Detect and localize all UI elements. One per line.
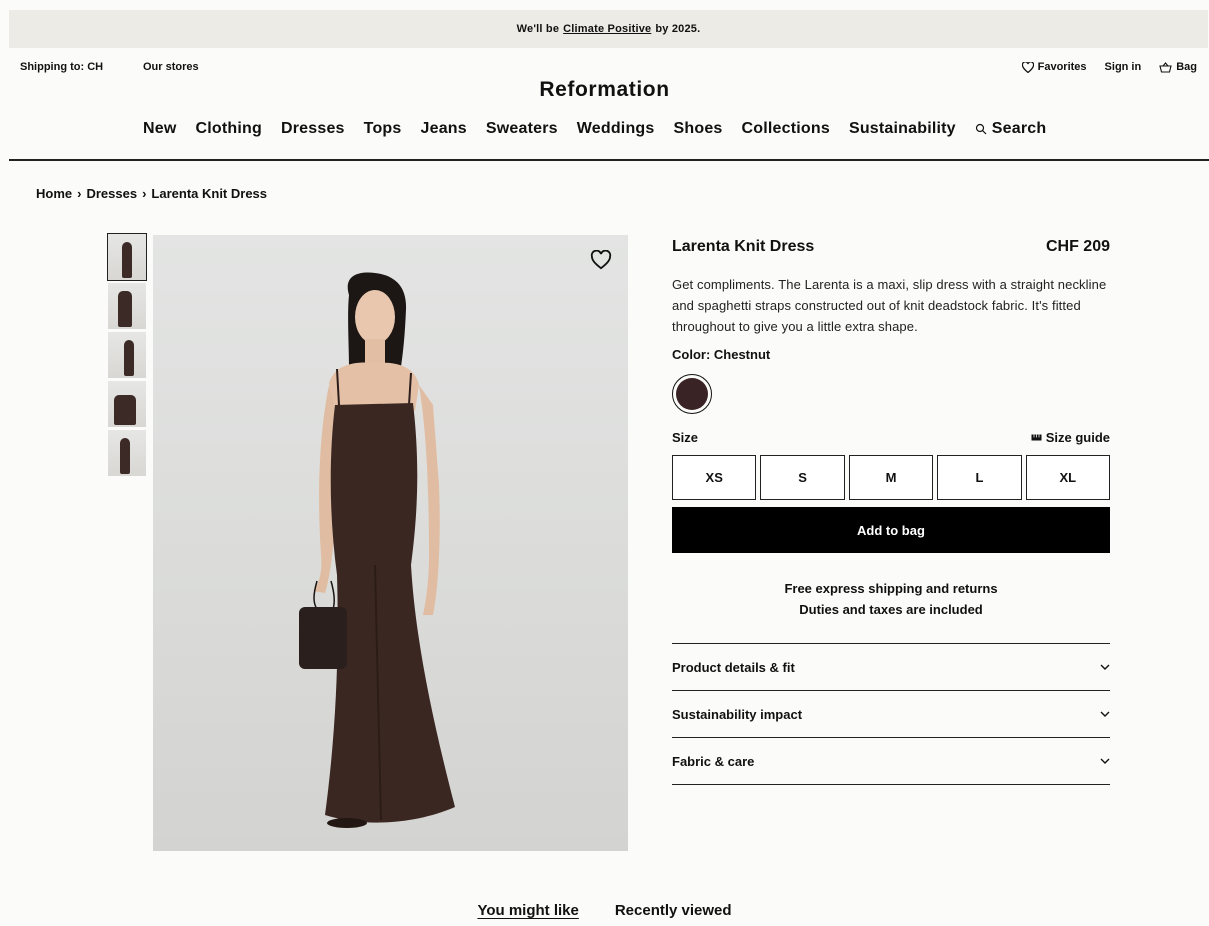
chevron-down-icon <box>1100 711 1110 717</box>
product-title: Larenta Knit Dress <box>672 238 815 255</box>
thumbnail[interactable] <box>108 381 146 427</box>
size-header: Size Size guide <box>672 430 1110 445</box>
size-option-l[interactable]: L <box>937 455 1022 500</box>
main-nav: New Clothing Dresses Tops Jeans Sweaters… <box>143 120 1046 138</box>
search-button[interactable]: Search <box>975 120 1047 138</box>
duties-line: Duties and taxes are included <box>799 602 983 617</box>
thumbnail[interactable] <box>108 283 146 329</box>
tab-you-might-like[interactable]: You might like <box>477 902 578 919</box>
nav-item-sweaters[interactable]: Sweaters <box>486 120 558 138</box>
account-links: Favorites Sign in Bag <box>1021 61 1197 73</box>
chevron-down-icon <box>1100 758 1110 764</box>
size-guide-label: Size guide <box>1045 430 1110 445</box>
shipping-info: Free express shipping and returns Duties… <box>672 578 1110 620</box>
header-divider <box>9 159 1209 161</box>
size-selector: XS S M L XL <box>672 455 1111 500</box>
favorites-link[interactable]: Favorites <box>1021 61 1087 73</box>
nav-item-clothing[interactable]: Clothing <box>196 120 262 138</box>
our-stores-link[interactable]: Our stores <box>143 61 199 73</box>
ruler-icon <box>1031 434 1042 441</box>
size-guide-link[interactable]: Size guide <box>1031 430 1110 445</box>
thumbnail[interactable] <box>108 332 146 378</box>
breadcrumb-current: Larenta Knit Dress <box>151 186 268 201</box>
accordion-label: Product details & fit <box>672 659 795 675</box>
nav-item-shoes[interactable]: Shoes <box>674 120 723 138</box>
breadcrumb-home[interactable]: Home <box>36 186 72 201</box>
bag-link[interactable]: Bag <box>1159 61 1197 73</box>
breadcrumb: Home › Dresses › Larenta Knit Dress <box>36 186 267 201</box>
product-header: Larenta Knit Dress CHF 209 <box>672 238 1110 256</box>
size-option-m[interactable]: M <box>848 455 934 500</box>
chevron-right-icon: › <box>142 186 147 201</box>
add-to-bag-button[interactable]: Add to bag <box>672 507 1110 553</box>
thumbnail-strip <box>107 233 147 479</box>
nav-item-sustainability[interactable]: Sustainability <box>849 120 956 138</box>
chevron-right-icon: › <box>77 186 82 201</box>
favorites-label: Favorites <box>1037 61 1087 73</box>
color-label: Color: Chestnut <box>672 347 771 362</box>
product-info: Larenta Knit Dress CHF 209 Get complimen… <box>672 238 1111 785</box>
accordion-label: Sustainability impact <box>672 706 803 722</box>
nav-item-tops[interactable]: Tops <box>364 120 402 138</box>
nav-item-weddings[interactable]: Weddings <box>577 120 655 138</box>
climate-positive-link[interactable]: Climate Positive <box>563 23 651 35</box>
banner-suffix: by 2025. <box>655 23 701 35</box>
model-photo <box>299 272 455 828</box>
size-option-s[interactable]: S <box>760 455 845 500</box>
brand-logo[interactable]: Reformation <box>0 78 1209 102</box>
heart-icon <box>590 249 612 270</box>
bag-icon <box>1159 61 1172 73</box>
nav-item-jeans[interactable]: Jeans <box>421 120 467 138</box>
thumbnail[interactable] <box>108 430 146 476</box>
search-icon <box>975 123 987 135</box>
add-to-favorites-button[interactable] <box>590 249 612 270</box>
heart-icon <box>1021 61 1034 73</box>
shipping-country-link[interactable]: Shipping to: CH <box>20 61 103 73</box>
accordion-product-details[interactable]: Product details & fit <box>672 644 1110 691</box>
tab-recently-viewed[interactable]: Recently viewed <box>615 902 732 919</box>
product-main-image <box>153 235 628 851</box>
chevron-down-icon <box>1100 664 1110 670</box>
nav-item-collections[interactable]: Collections <box>742 120 830 138</box>
accordion-fabric-care[interactable]: Fabric & care <box>672 738 1110 785</box>
utility-bar: Shipping to: CH Our stores Favorites Sig… <box>0 58 1209 78</box>
banner-prefix: We'll be <box>516 23 560 35</box>
product-accordion: Product details & fit Sustainability imp… <box>672 643 1110 785</box>
size-option-xl[interactable]: XL <box>1025 455 1111 500</box>
color-swatch-chestnut[interactable] <box>672 374 712 414</box>
swatch-fill <box>676 378 708 410</box>
accordion-label: Fabric & care <box>672 753 755 769</box>
recommendation-tabs: You might like Recently viewed <box>0 902 1209 919</box>
size-option-xs[interactable]: XS <box>672 455 757 500</box>
bag-label: Bag <box>1176 61 1197 73</box>
size-label: Size <box>672 430 699 445</box>
sign-in-link[interactable]: Sign in <box>1105 61 1142 73</box>
product-price: CHF 209 <box>1045 238 1110 255</box>
accordion-sustainability-impact[interactable]: Sustainability impact <box>672 691 1110 738</box>
nav-item-dresses[interactable]: Dresses <box>281 120 345 138</box>
thumbnail[interactable] <box>107 233 147 281</box>
search-label: Search <box>991 120 1047 137</box>
shipping-line: Free express shipping and returns <box>784 581 998 596</box>
nav-item-new[interactable]: New <box>143 120 177 138</box>
product-description: Get compliments. The Larenta is a maxi, … <box>672 277 1107 334</box>
breadcrumb-dresses[interactable]: Dresses <box>86 186 137 201</box>
promo-banner: We'll be Climate Positive by 2025. <box>9 10 1208 48</box>
